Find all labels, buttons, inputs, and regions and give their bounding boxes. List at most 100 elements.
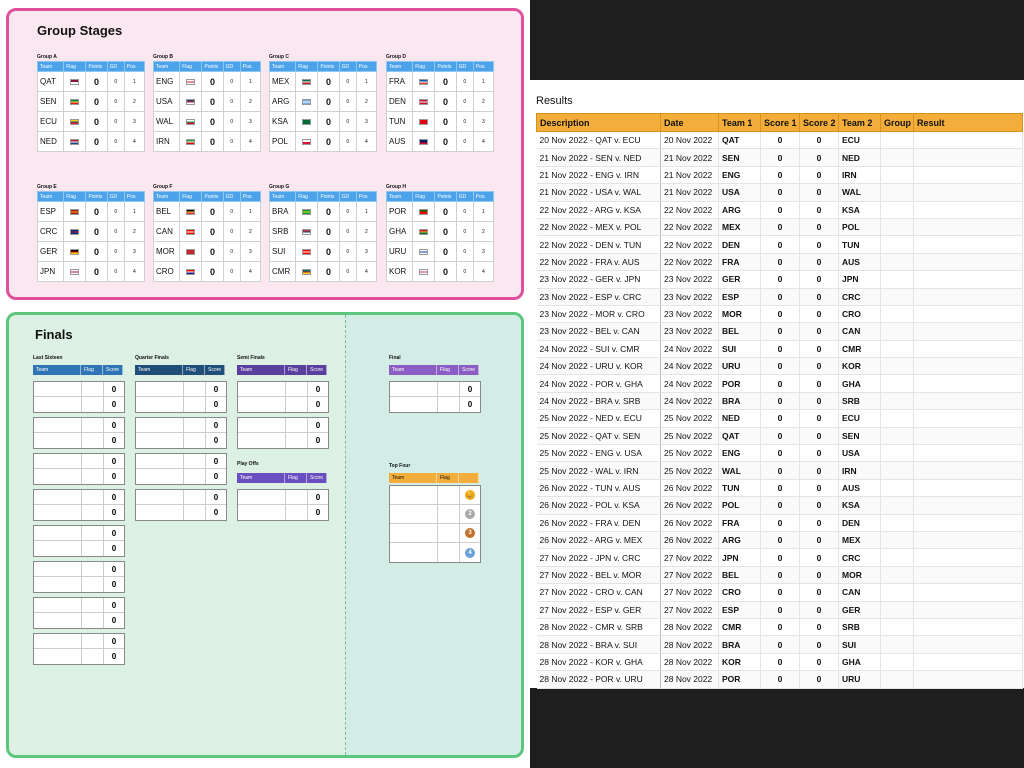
team-cell[interactable] — [390, 524, 438, 542]
date-cell[interactable]: 27 Nov 2022 — [660, 583, 719, 602]
points-cell[interactable]: 0 — [85, 111, 108, 132]
date-cell[interactable]: 26 Nov 2022 — [660, 531, 719, 550]
points-cell[interactable]: 0 — [434, 111, 457, 132]
goal-difference-cell[interactable]: 0 — [106, 71, 125, 92]
team-code-cell[interactable]: URU — [385, 241, 414, 262]
score1-cell[interactable]: 0 — [760, 601, 800, 619]
team-code-cell[interactable]: IRN — [152, 131, 181, 152]
team1-cell[interactable]: BEL — [718, 322, 761, 341]
team-cell[interactable] — [390, 543, 438, 562]
team-cell[interactable] — [390, 382, 438, 396]
score-cell[interactable]: 0 — [104, 541, 124, 556]
team-cell[interactable] — [34, 418, 82, 432]
result-cell[interactable] — [913, 670, 1023, 689]
position-cell[interactable]: 2 — [123, 221, 146, 242]
points-cell[interactable]: 0 — [434, 91, 457, 112]
team1-cell[interactable]: ARG — [718, 201, 761, 219]
points-cell[interactable]: 0 — [434, 131, 457, 152]
date-cell[interactable]: 28 Nov 2022 — [660, 635, 719, 654]
team-cell[interactable] — [34, 562, 82, 576]
score-cell[interactable]: 0 — [104, 577, 124, 592]
flag-cell[interactable] — [184, 433, 206, 448]
score2-cell[interactable]: 0 — [799, 670, 839, 689]
position-cell[interactable]: 2 — [355, 91, 378, 112]
position-cell[interactable]: 3 — [355, 111, 378, 132]
position-cell[interactable]: 1 — [123, 71, 146, 92]
team2-cell[interactable]: JPN — [838, 270, 881, 289]
team1-cell[interactable]: URU — [718, 357, 761, 376]
score1-cell[interactable]: 0 — [760, 374, 800, 393]
group-cell[interactable] — [880, 427, 914, 446]
date-cell[interactable]: 25 Nov 2022 — [660, 461, 719, 480]
score1-cell[interactable]: 0 — [760, 618, 800, 637]
flag-cell[interactable] — [82, 562, 104, 576]
team-cell[interactable] — [238, 397, 286, 412]
flag-cell[interactable] — [184, 397, 206, 412]
score-cell[interactable]: 0 — [104, 418, 124, 432]
team-code-cell[interactable]: FRA — [385, 71, 414, 92]
score1-cell[interactable]: 0 — [760, 288, 800, 306]
group-cell[interactable] — [880, 218, 914, 237]
goal-difference-cell[interactable]: 0 — [222, 71, 241, 92]
flag-cell[interactable] — [82, 613, 104, 628]
score2-cell[interactable]: 0 — [799, 148, 839, 167]
position-cell[interactable]: 3 — [123, 111, 146, 132]
group-cell[interactable] — [880, 288, 914, 306]
team1-cell[interactable]: BRA — [718, 392, 761, 411]
points-cell[interactable]: 0 — [434, 241, 457, 262]
team2-cell[interactable]: CRC — [838, 288, 881, 306]
score-cell[interactable]: 0 — [206, 397, 226, 412]
team1-cell[interactable]: BEL — [718, 566, 761, 585]
score2-cell[interactable]: 0 — [799, 409, 839, 428]
goal-difference-cell[interactable]: 0 — [455, 241, 474, 262]
score-cell[interactable]: 0 — [308, 382, 328, 396]
score-cell[interactable]: 0 — [206, 490, 226, 504]
score1-cell[interactable]: 0 — [760, 340, 800, 359]
team-code-cell[interactable]: KOR — [385, 261, 414, 282]
group-cell[interactable] — [880, 340, 914, 359]
team1-cell[interactable]: DEN — [718, 235, 761, 254]
score2-cell[interactable]: 0 — [799, 270, 839, 289]
team2-cell[interactable]: SEN — [838, 427, 881, 446]
score2-cell[interactable]: 0 — [799, 444, 839, 463]
date-cell[interactable]: 27 Nov 2022 — [660, 601, 719, 619]
result-cell[interactable] — [913, 444, 1023, 463]
description-cell[interactable]: 25 Nov 2022 - ENG v. USA — [536, 444, 661, 463]
group-cell[interactable] — [880, 201, 914, 219]
score2-cell[interactable]: 0 — [799, 218, 839, 237]
team-code-cell[interactable]: DEN — [385, 91, 414, 112]
team-code-cell[interactable]: MOR — [152, 241, 181, 262]
score-cell[interactable]: 0 — [308, 505, 328, 520]
team1-cell[interactable]: QAT — [718, 131, 761, 150]
team2-cell[interactable]: CAN — [838, 583, 881, 602]
group-cell[interactable] — [880, 374, 914, 393]
points-cell[interactable]: 0 — [201, 111, 224, 132]
team1-cell[interactable]: ESP — [718, 288, 761, 306]
date-cell[interactable]: 23 Nov 2022 — [660, 288, 719, 306]
position-cell[interactable]: 3 — [239, 111, 262, 132]
goal-difference-cell[interactable]: 0 — [222, 221, 241, 242]
score2-cell[interactable]: 0 — [799, 635, 839, 654]
position-cell[interactable]: 1 — [472, 71, 495, 92]
team2-cell[interactable]: CRO — [838, 305, 881, 324]
team1-cell[interactable]: POR — [718, 670, 761, 689]
points-cell[interactable]: 0 — [317, 221, 340, 242]
score-cell[interactable]: 0 — [104, 526, 124, 540]
result-cell[interactable] — [913, 531, 1023, 550]
team2-cell[interactable]: MOR — [838, 566, 881, 585]
position-cell[interactable]: 4 — [239, 261, 262, 282]
result-cell[interactable] — [913, 148, 1023, 167]
team-cell[interactable] — [238, 433, 286, 448]
results-column-header[interactable]: Date — [660, 113, 719, 132]
description-cell[interactable]: 22 Nov 2022 - DEN v. TUN — [536, 235, 661, 254]
score2-cell[interactable]: 0 — [799, 288, 839, 306]
points-cell[interactable]: 0 — [85, 261, 108, 282]
score1-cell[interactable]: 0 — [760, 670, 800, 689]
points-cell[interactable]: 0 — [85, 131, 108, 152]
description-cell[interactable]: 24 Nov 2022 - SUI v. CMR — [536, 340, 661, 359]
result-cell[interactable] — [913, 479, 1023, 498]
team2-cell[interactable]: TUN — [838, 235, 881, 254]
description-cell[interactable]: 27 Nov 2022 - JPN v. CRC — [536, 548, 661, 567]
team1-cell[interactable]: QAT — [718, 427, 761, 446]
group-cell[interactable] — [880, 601, 914, 619]
